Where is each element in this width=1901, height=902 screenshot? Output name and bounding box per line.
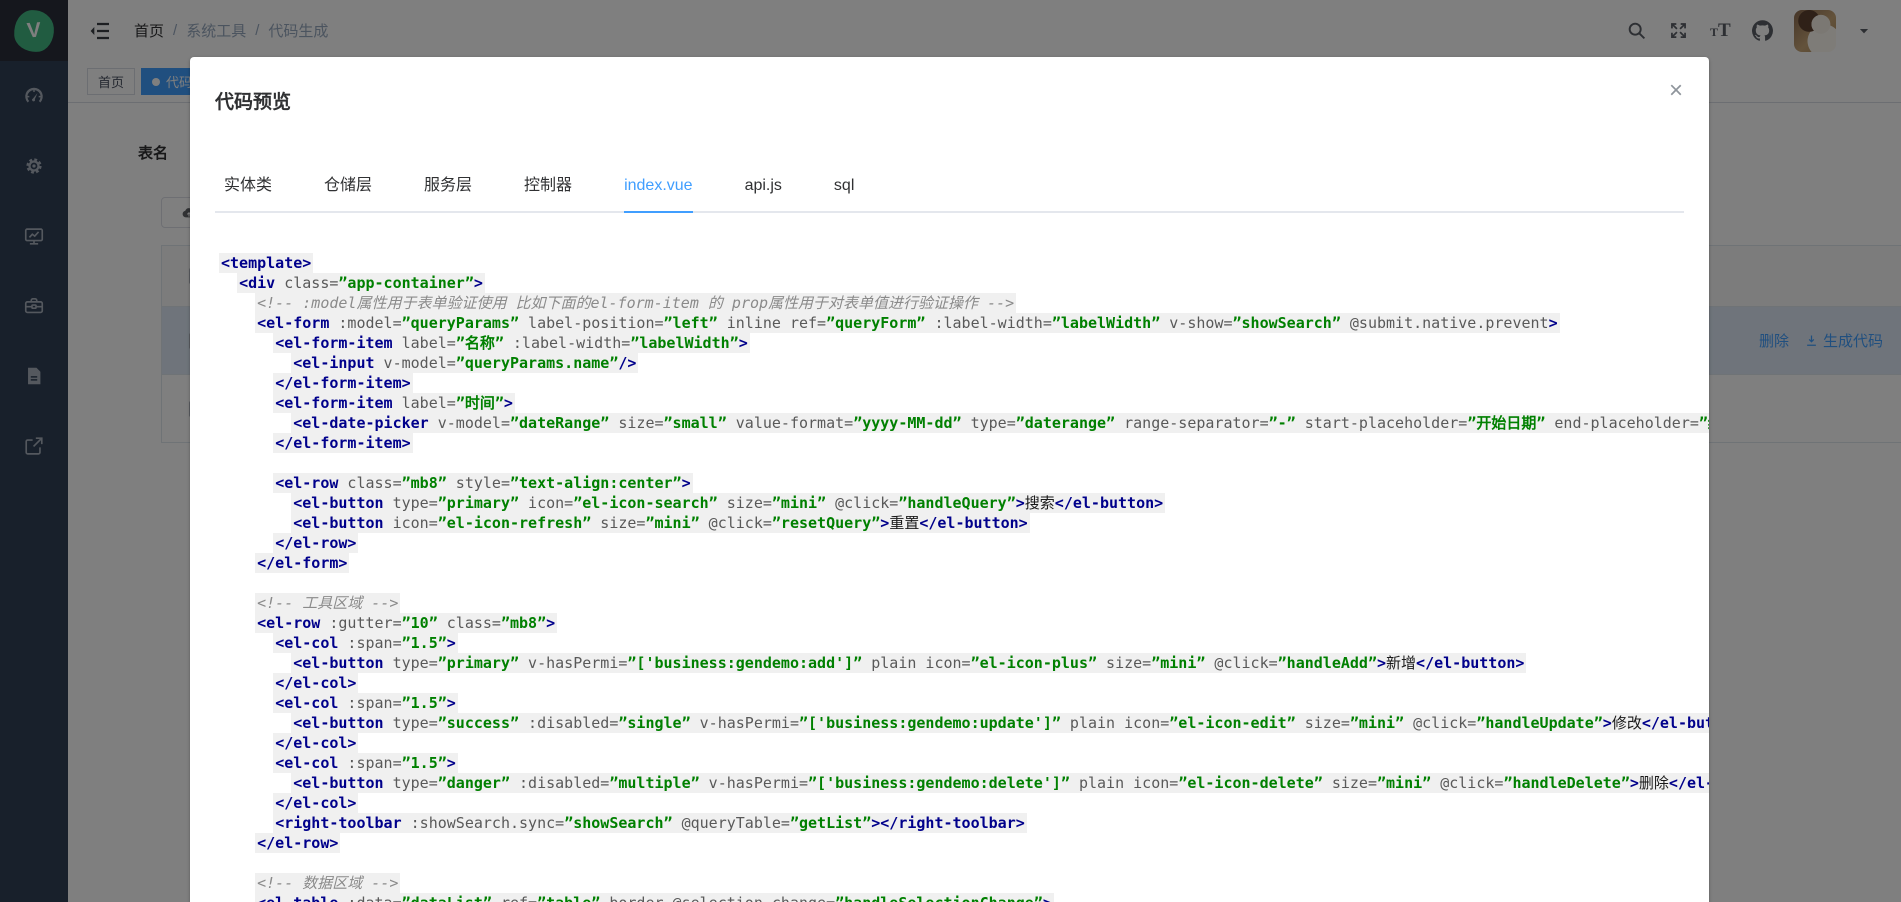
code-line: <div class=”app-container”> [219, 273, 1709, 293]
code-line: <el-form-item label=”时间”> [219, 393, 1709, 413]
close-icon[interactable]: × [1669, 79, 1683, 103]
code-line: <el-input v-model=”queryParams.name”/> [219, 353, 1709, 373]
code-line: <el-button type=”primary” v-hasPermi=”['… [219, 653, 1709, 673]
code-line: <right-toolbar :showSearch.sync=”showSea… [219, 813, 1709, 833]
code-line [219, 453, 1709, 473]
code-line: <el-button type=”primary” icon=”el-icon-… [219, 493, 1709, 513]
tab-sql[interactable]: sql [834, 175, 854, 211]
code-line: <el-button type=”success” :disabled=”sin… [219, 713, 1709, 733]
code-line: </el-form> [219, 553, 1709, 573]
tab-控制器[interactable]: 控制器 [524, 175, 572, 211]
code-line: <el-col :span=”1.5”> [219, 693, 1709, 713]
code-line: <el-col :span=”1.5”> [219, 633, 1709, 653]
code-line: </el-col> [219, 793, 1709, 813]
code-line: <el-button icon=”el-icon-refresh” size=”… [219, 513, 1709, 533]
code-line: </el-row> [219, 833, 1709, 853]
code-line: <el-table :data=”dataList” ref=”table” b… [219, 893, 1709, 902]
code-line: </el-col> [219, 733, 1709, 753]
code-preview-modal: 代码预览 × 实体类 仓储层 服务层 控制器 index.vue api.js sql <t… [190, 57, 1709, 902]
code-line: <el-form :model=”queryParams” label-posi… [219, 313, 1709, 333]
code-line [219, 573, 1709, 593]
code-line: </el-row> [219, 533, 1709, 553]
code-line: <!-- 数据区域 --> [219, 873, 1709, 893]
tab-api.js[interactable]: api.js [745, 175, 782, 211]
code-line: <!-- :model属性用于表单验证使用 比如下面的el-form-item … [219, 293, 1709, 313]
code-line: </el-col> [219, 673, 1709, 693]
code-line: <el-row :gutter=”10” class=”mb8”> [219, 613, 1709, 633]
code-line: <!-- 工具区域 --> [219, 593, 1709, 613]
code-block[interactable]: <template> <div class=”app-container”> <… [219, 253, 1709, 902]
tab-实体类[interactable]: 实体类 [224, 175, 272, 211]
code-line: </el-form-item> [219, 433, 1709, 453]
code-line: <el-form-item label=”名称” :label-width=”l… [219, 333, 1709, 353]
code-line: <el-date-picker v-model=”dateRange” size… [219, 413, 1709, 433]
tab-仓储层[interactable]: 仓储层 [324, 175, 372, 211]
code-line: <template> [219, 253, 1709, 273]
code-line: </el-form-item> [219, 373, 1709, 393]
code-line: <el-button type=”danger” :disabled=”mult… [219, 773, 1709, 793]
tab-服务层[interactable]: 服务层 [424, 175, 472, 211]
code-line: <el-row class=”mb8” style=”text-align:ce… [219, 473, 1709, 493]
code-line: <el-col :span=”1.5”> [219, 753, 1709, 773]
modal-tabs: 实体类 仓储层 服务层 控制器 index.vue api.js sql [215, 175, 1684, 213]
modal-title: 代码预览 [215, 87, 291, 114]
tab-index.vue[interactable]: index.vue [624, 175, 693, 211]
app-root: V 首页/系统工具/代码生成 TT 首页代码生成 表名 导入 序号 [0, 0, 1901, 902]
code-line [219, 853, 1709, 873]
